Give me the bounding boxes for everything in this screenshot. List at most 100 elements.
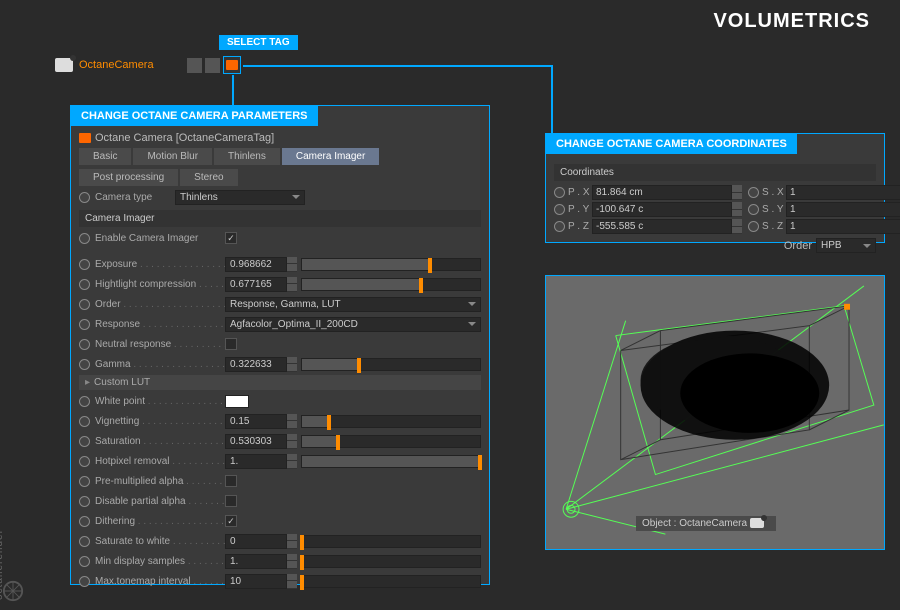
- tag-slot[interactable]: [187, 58, 202, 73]
- custom-lut-group[interactable]: ▸Custom LUT: [79, 375, 481, 390]
- spinner-icon[interactable]: [287, 277, 297, 292]
- spinner-icon[interactable]: [732, 219, 742, 234]
- sy-input[interactable]: [786, 202, 900, 217]
- radio-icon[interactable]: [79, 536, 90, 547]
- page-title: VOLUMETRICS: [713, 10, 870, 33]
- hotpixel-input[interactable]: [225, 454, 287, 469]
- py-input[interactable]: [592, 202, 732, 217]
- sx-input[interactable]: [786, 185, 900, 200]
- spinner-icon[interactable]: [287, 534, 297, 549]
- viewport-preview[interactable]: Object : OctaneCamera: [545, 275, 885, 550]
- radio-icon[interactable]: [79, 416, 90, 427]
- camera-type-label: Camera type: [95, 192, 175, 203]
- premult-alpha-checkbox[interactable]: [225, 475, 237, 487]
- select-tag-callout: SELECT TAG: [219, 35, 298, 50]
- spinner-icon[interactable]: [287, 574, 297, 589]
- tag-slot[interactable]: [205, 58, 220, 73]
- radio-icon[interactable]: [748, 187, 759, 198]
- radio-icon[interactable]: [79, 556, 90, 567]
- radio-icon[interactable]: [554, 204, 565, 215]
- dithering-label: Dithering: [95, 516, 225, 527]
- object-name[interactable]: OctaneCamera: [79, 59, 154, 71]
- radio-icon[interactable]: [79, 496, 90, 507]
- object-manager-row[interactable]: OctaneCamera: [55, 55, 241, 75]
- camera-type-dropdown[interactable]: Thinlens: [175, 190, 305, 205]
- tab-bar: Basic Motion Blur Thinlens Camera Imager: [79, 148, 481, 165]
- octane-camera-tag[interactable]: [223, 56, 241, 74]
- radio-icon[interactable]: [79, 279, 90, 290]
- tab-motion-blur[interactable]: Motion Blur: [133, 148, 212, 165]
- saturate-white-slider[interactable]: [301, 535, 481, 548]
- gamma-slider[interactable]: [301, 358, 481, 371]
- highlight-slider[interactable]: [301, 278, 481, 291]
- radio-icon[interactable]: [79, 192, 90, 203]
- tab-camera-imager[interactable]: Camera Imager: [282, 148, 379, 165]
- min-display-slider[interactable]: [301, 555, 481, 568]
- px-input[interactable]: [592, 185, 732, 200]
- radio-icon[interactable]: [79, 396, 90, 407]
- radio-icon[interactable]: [79, 476, 90, 487]
- radio-icon[interactable]: [79, 233, 90, 244]
- neutral-response-checkbox[interactable]: [225, 338, 237, 350]
- sy-label: S . Y: [762, 204, 786, 215]
- radio-icon[interactable]: [79, 319, 90, 330]
- pz-input[interactable]: [592, 219, 732, 234]
- vignetting-input[interactable]: [225, 414, 287, 429]
- spinner-icon[interactable]: [287, 257, 297, 272]
- order-dropdown[interactable]: Response, Gamma, LUT: [225, 297, 481, 312]
- spinner-icon[interactable]: [732, 202, 742, 217]
- max-tonemap-slider[interactable]: [301, 575, 481, 588]
- connector-line: [243, 65, 553, 67]
- spinner-icon[interactable]: [287, 554, 297, 569]
- max-tonemap-input[interactable]: [225, 574, 287, 589]
- radio-icon[interactable]: [79, 259, 90, 270]
- min-display-input[interactable]: [225, 554, 287, 569]
- sx-label: S . X: [762, 187, 786, 198]
- disable-partial-checkbox[interactable]: [225, 495, 237, 507]
- tab-thinlens[interactable]: Thinlens: [214, 148, 280, 165]
- radio-icon[interactable]: [79, 299, 90, 310]
- saturate-white-input[interactable]: [225, 534, 287, 549]
- spinner-icon[interactable]: [287, 414, 297, 429]
- panel-title: CHANGE OCTANE CAMERA PARAMETERS: [71, 106, 318, 126]
- radio-icon[interactable]: [79, 436, 90, 447]
- saturation-slider[interactable]: [301, 435, 481, 448]
- spinner-icon[interactable]: [287, 357, 297, 372]
- rotation-order-label: Order: [784, 240, 812, 252]
- radio-icon[interactable]: [554, 221, 565, 232]
- tab-post-processing[interactable]: Post processing: [79, 169, 178, 186]
- viewport-object-label: Object : OctaneCamera: [636, 516, 776, 531]
- exposure-input[interactable]: [225, 257, 287, 272]
- radio-icon[interactable]: [748, 221, 759, 232]
- rotation-order-dropdown[interactable]: HPB: [816, 238, 876, 253]
- enable-imager-checkbox[interactable]: ✓: [225, 232, 237, 244]
- response-label: Response: [95, 319, 225, 330]
- highlight-input[interactable]: [225, 277, 287, 292]
- radio-icon[interactable]: [79, 339, 90, 350]
- radio-icon[interactable]: [79, 516, 90, 527]
- radio-icon[interactable]: [554, 187, 565, 198]
- response-dropdown[interactable]: Agfacolor_Optima_II_200CD: [225, 317, 481, 332]
- radio-icon[interactable]: [748, 204, 759, 215]
- white-point-color[interactable]: [225, 395, 249, 408]
- spinner-icon[interactable]: [732, 185, 742, 200]
- disable-partial-label: Disable partial alpha: [95, 496, 225, 507]
- premult-alpha-label: Pre-multiplied alpha: [95, 476, 225, 487]
- spinner-icon[interactable]: [287, 434, 297, 449]
- dithering-checkbox[interactable]: ✓: [225, 515, 237, 527]
- saturation-input[interactable]: [225, 434, 287, 449]
- gamma-input[interactable]: [225, 357, 287, 372]
- radio-icon[interactable]: [79, 576, 90, 587]
- section-header: Camera Imager: [79, 210, 481, 227]
- tab-stereo[interactable]: Stereo: [180, 169, 237, 186]
- tab-basic[interactable]: Basic: [79, 148, 131, 165]
- radio-icon[interactable]: [79, 359, 90, 370]
- enable-imager-label: Enable Camera Imager: [95, 233, 225, 244]
- hotpixel-slider[interactable]: [301, 455, 481, 468]
- sz-input[interactable]: [786, 219, 900, 234]
- exposure-slider[interactable]: [301, 258, 481, 271]
- spinner-icon[interactable]: [287, 454, 297, 469]
- vignetting-slider[interactable]: [301, 415, 481, 428]
- radio-icon[interactable]: [79, 456, 90, 467]
- chevron-down-icon: [468, 302, 476, 306]
